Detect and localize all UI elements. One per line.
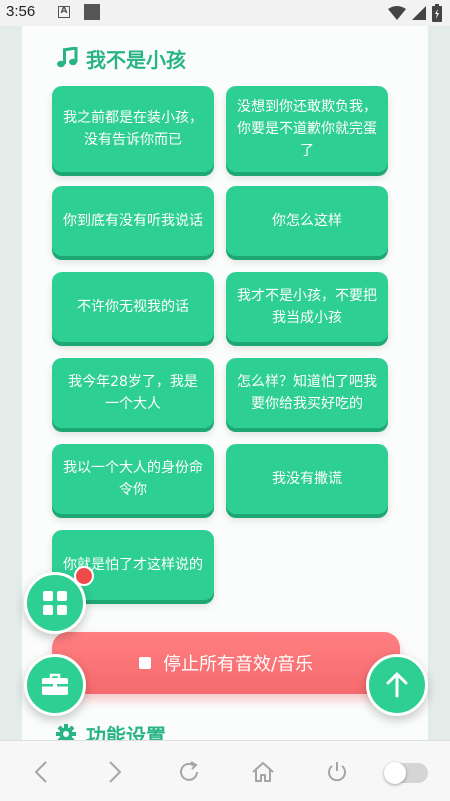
power-icon <box>328 762 346 782</box>
back-button[interactable] <box>26 757 56 787</box>
sound-button-label: 我今年28岁了，我是一个大人 <box>68 374 198 412</box>
status-icons <box>388 4 442 22</box>
sound-button-label: 你怎么这样 <box>272 213 342 229</box>
notification-a-icon: A <box>58 6 70 18</box>
sound-button-label: 我没有撒谎 <box>272 471 342 487</box>
status-time: 3:56 <box>6 3 36 20</box>
sound-button[interactable]: 不许你无视我的话 <box>52 272 214 342</box>
stop-icon <box>138 657 151 669</box>
sound-button[interactable]: 我没有撒谎 <box>226 444 388 514</box>
sound-button[interactable]: 我以一个大人的身份命令你 <box>52 444 214 514</box>
sound-button-label: 没想到你还敢欺负我，你要是不道歉你就完蛋了 <box>237 99 377 159</box>
scroll-to-top-button[interactable] <box>366 654 428 716</box>
power-button[interactable] <box>322 757 352 787</box>
sound-button-label: 不许你无视我的话 <box>77 299 189 315</box>
section-header: 我不是小孩 <box>56 44 186 72</box>
gear-icon <box>56 724 76 740</box>
settings-section-title: 功能设置 <box>86 723 166 741</box>
chevron-right-icon <box>109 761 122 783</box>
toolbox-icon <box>42 673 68 695</box>
status-bar: 3:56 A <box>0 0 450 26</box>
chevron-left-icon <box>34 761 47 783</box>
sound-button-label: 我才不是小孩，不要把我当成小孩 <box>237 288 377 326</box>
home-icon <box>252 762 274 782</box>
refresh-icon <box>180 761 198 781</box>
sound-button[interactable]: 没想到你还敢欺负我，你要是不道歉你就完蛋了 <box>226 86 388 172</box>
refresh-button[interactable] <box>174 757 204 787</box>
sound-button-label: 你到底有没有听我说话 <box>63 213 203 229</box>
settings-section-header: 功能设置 <box>56 720 166 740</box>
notification-badge <box>74 566 94 586</box>
stop-all-sounds-button[interactable]: 停止所有音效/音乐 <box>52 632 400 694</box>
forward-button[interactable] <box>100 757 130 787</box>
sound-button[interactable]: 我才不是小孩，不要把我当成小孩 <box>226 272 388 342</box>
wifi-icon <box>388 6 406 20</box>
content-panel: 我不是小孩 我之前都是在装小孩，没有告诉你而已 没想到你还敢欺负我，你要是不道歉… <box>22 26 428 740</box>
sound-button[interactable]: 你怎么这样 <box>226 186 388 256</box>
arrow-up-icon <box>386 672 408 698</box>
toggle-switch[interactable] <box>384 762 428 784</box>
music-note-icon <box>57 47 78 68</box>
sound-button-label: 我之前都是在装小孩，没有告诉你而已 <box>63 110 203 148</box>
home-button[interactable] <box>248 757 278 787</box>
section-title: 我不是小孩 <box>86 47 186 72</box>
sound-button-label: 怎么样？知道怕了吧我要你给我买好吃的 <box>237 374 377 412</box>
notification-square-icon <box>84 4 100 20</box>
bottom-nav-bar <box>0 740 450 801</box>
battery-icon <box>432 4 442 22</box>
sound-button[interactable]: 你到底有没有听我说话 <box>52 186 214 256</box>
sound-button[interactable]: 我今年28岁了，我是一个大人 <box>52 358 214 428</box>
signal-icon <box>412 6 426 20</box>
sound-button[interactable]: 我之前都是在装小孩，没有告诉你而已 <box>52 86 214 172</box>
toggle-knob <box>384 762 406 784</box>
toolbox-fab-button[interactable] <box>24 654 86 716</box>
stop-button-label: 停止所有音效/音乐 <box>162 654 314 675</box>
sound-button-label: 我以一个大人的身份命令你 <box>63 460 203 498</box>
grid-icon <box>43 591 67 615</box>
sound-button[interactable]: 怎么样？知道怕了吧我要你给我买好吃的 <box>226 358 388 428</box>
